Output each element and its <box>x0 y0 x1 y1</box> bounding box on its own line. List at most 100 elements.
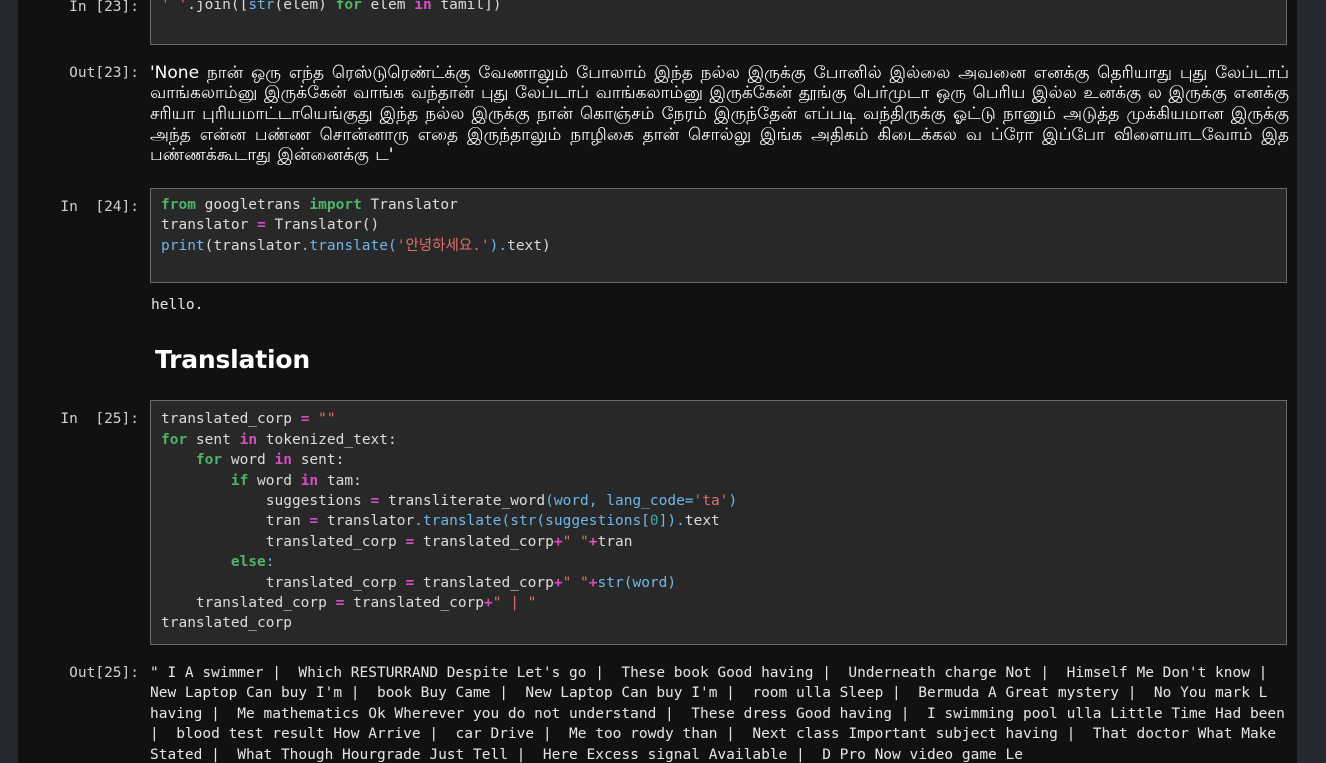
token-l7-var: translated_corp <box>161 533 406 550</box>
cell-in-25-body[interactable]: translated_corp = "" for sent in tokeniz… <box>150 400 1297 645</box>
token-translator-var: translator <box>161 217 258 234</box>
token-l5-lang: 'ta' <box>693 493 729 510</box>
token-l5-close: ) <box>728 493 738 510</box>
token-l5-fn: transliterate_word <box>379 493 546 510</box>
token-module: googletrans <box>195 196 310 213</box>
token-l6-tran: tran <box>161 513 310 530</box>
prompt-in-25: In [25]: <box>60 411 139 428</box>
token-l4-in: in <box>300 472 319 489</box>
token-l9-var: translated_corp <box>161 574 406 591</box>
notebook-page: In [23]: ' '.join([str(elem) for elem in… <box>0 0 1326 763</box>
cell-out-23-body: 'None நான் ஒரு எந்த ரெஸ்டுரெண்ட்க்கு வேண… <box>150 63 1297 166</box>
token-l8-else: else <box>161 554 266 571</box>
token-l6-dot2: . <box>676 513 685 530</box>
heading-translation: Translation <box>155 345 310 375</box>
cell-in-25[interactable]: In [25]: translated_corp = "" for sent i… <box>18 400 1297 645</box>
token-elem2: elem <box>361 0 415 13</box>
markdown-body[interactable]: Translation <box>150 345 1297 374</box>
token-l5-suggestions: suggestions <box>161 493 371 510</box>
code-block-25: translated_corp = "" for sent in tokeniz… <box>161 409 1276 633</box>
token-in: in <box>414 0 432 13</box>
code-editor-23[interactable]: ' '.join([str(elem) for elem in tamil]) <box>150 0 1287 45</box>
token-l6-translate: translate <box>422 513 502 530</box>
token-l9-space: " " <box>562 574 589 591</box>
token-l10-corp: translated_corp <box>344 595 485 612</box>
code-editor-24[interactable]: from googletrans import Translator trans… <box>150 187 1287 283</box>
token-l7-eq: = <box>405 533 415 550</box>
cell-in-23[interactable]: In [23]: ' '.join([str(elem) for elem in… <box>18 0 1297 45</box>
prompt-in-24: In [24]: <box>60 198 139 215</box>
code-line-23: ' '.join([str(elem) for elem in tamil]) <box>161 0 1276 36</box>
cell-in-24-body[interactable]: from googletrans import Translator trans… <box>150 187 1297 283</box>
cell-out-23: Out[23]: 'None நான் ஒரு எந்த ரெஸ்டுரெண்ட… <box>18 63 1297 166</box>
token-l2-sent: sent <box>187 431 240 448</box>
token-l7-plus: + <box>553 533 563 550</box>
token-l2-for: for <box>161 431 188 448</box>
token-l6-open: ( <box>501 513 511 530</box>
token-l6-translator: translator <box>318 513 415 530</box>
token-translate-method: translate <box>309 237 388 254</box>
token-l2-tokenized: tokenized_text: <box>257 431 397 448</box>
cell-in-23-body[interactable]: ' '.join([str(elem) for elem in tamil]) <box>150 0 1297 45</box>
prompt-out-25: Out[25]: <box>69 664 139 681</box>
window-right-chrome-strip <box>1297 0 1326 763</box>
token-l9-eq: = <box>405 574 415 591</box>
token-l6-text: text <box>684 513 720 530</box>
token-l9-corp: translated_corp <box>414 574 554 591</box>
token-l1-empty-string: "" <box>309 411 336 428</box>
token-l6-sugg: (suggestions[ <box>536 513 650 530</box>
token-print: print <box>161 237 205 254</box>
token-l4-tam: tam: <box>318 472 362 489</box>
token-korean-string: '안녕하세요.' <box>396 237 490 254</box>
code-block-24: from googletrans import Translator trans… <box>161 195 1276 256</box>
token-l10-var: translated_corp <box>161 595 336 612</box>
token-text-attr: text) <box>507 237 551 254</box>
token-for: for <box>335 0 362 13</box>
token-l3-in: in <box>274 452 292 469</box>
notebook-scroll-area[interactable]: In [23]: ' '.join([str(elem) for elem in… <box>18 0 1297 763</box>
token-l9-plus2: + <box>588 574 598 591</box>
cell-in-24[interactable]: In [24]: from googletrans import Transla… <box>18 187 1297 283</box>
window-left-chrome-strip <box>0 0 18 763</box>
token-l3-sent: sent: <box>291 452 345 469</box>
token-l4-if: if <box>161 472 249 489</box>
token-open-paren: ( <box>388 237 397 254</box>
token-translator-name: Translator <box>361 196 458 213</box>
code-editor-25[interactable]: translated_corp = "" for sent in tokeniz… <box>150 400 1287 645</box>
token-l9-str: str <box>597 574 624 591</box>
token-from: from <box>161 196 196 213</box>
markdown-prompt-spacer <box>18 345 150 374</box>
token-l7-plus2: + <box>588 533 598 550</box>
token-l9-plus: + <box>553 574 563 591</box>
token-l3-for: for <box>161 452 223 469</box>
token-l2-in: in <box>239 431 258 448</box>
cell-out-24-body: hello. <box>150 295 1297 315</box>
prompt-out-23: Out[23]: <box>69 64 139 81</box>
token-l7-corp: translated_corp <box>414 533 554 550</box>
token-l6-eq: = <box>309 513 319 530</box>
token-string: ' ' <box>161 0 188 13</box>
token-str-builtin: str <box>248 0 275 13</box>
token-l10-sep: " | " <box>492 595 537 612</box>
output-text-translated-corp: " I A swimmer | Which RESTURRAND Despite… <box>150 664 1294 763</box>
token-import: import <box>309 196 362 213</box>
token-translator-call: Translator() <box>265 217 380 234</box>
output-text-tamil: 'None நான் ஒரு எந்த ரெஸ்டுரெண்ட்க்கு வேண… <box>150 62 1289 166</box>
token-l8-colon: : <box>265 554 275 571</box>
token-l10-plus: + <box>484 595 493 612</box>
prompt-in-23: In [23]: <box>69 0 139 15</box>
token-l7-tran: tran <box>597 533 633 550</box>
token-l11-var: translated_corp <box>161 615 292 632</box>
token-assign: = <box>257 217 266 234</box>
token-l6-closing: ]) <box>658 513 677 530</box>
token-l3-word: word <box>222 452 275 469</box>
token-l5-args: (word, lang_code= <box>545 493 694 510</box>
token-tail: tamil]) <box>431 0 502 13</box>
token-l6-str: str <box>510 513 537 530</box>
token-l5-eq: = <box>370 493 380 510</box>
cell-out-24-stdout: hello. <box>18 295 1297 315</box>
token-l6-dot: . <box>414 513 423 530</box>
stdout-hello: hello. <box>151 297 204 313</box>
token-l4-word: word <box>248 472 301 489</box>
cell-markdown-translation[interactable]: Translation <box>18 345 1297 374</box>
